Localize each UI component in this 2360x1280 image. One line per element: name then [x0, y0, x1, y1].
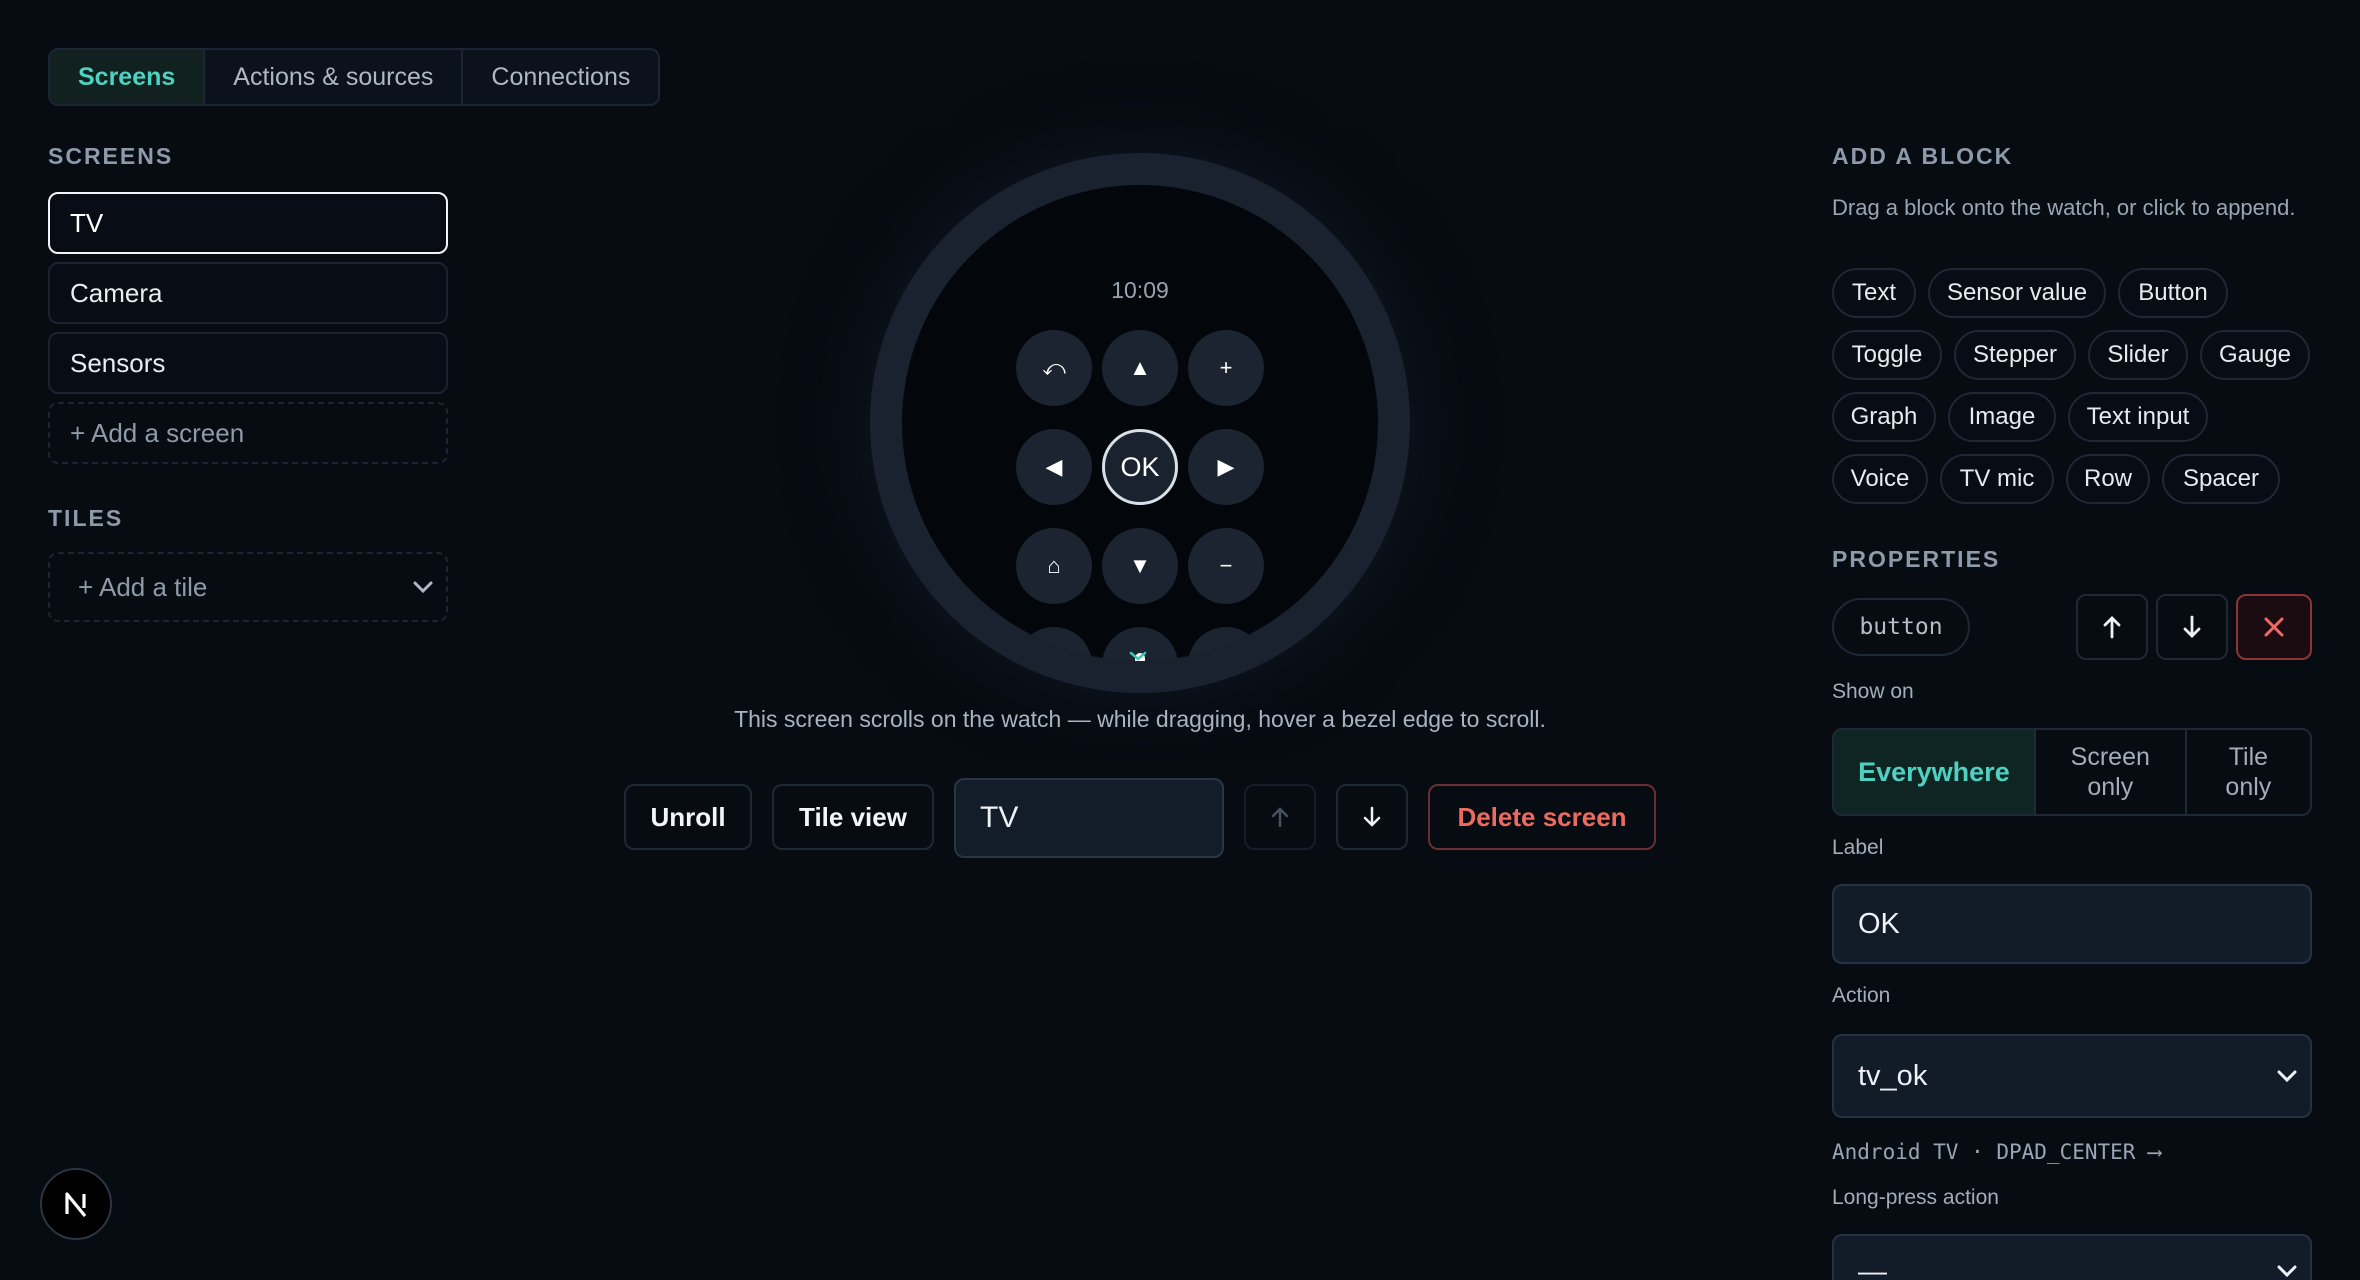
- tiles-heading: TILES: [48, 505, 124, 531]
- home-icon: ⌂: [1047, 553, 1061, 578]
- block-chip-voice[interactable]: Voice: [1832, 454, 1928, 504]
- add-screen-button[interactable]: + Add a screen: [48, 402, 448, 464]
- watch-preview: 10:09 ⤺ ▲ + ◀ OK ▶ ⌂ ▼ −: [870, 153, 1410, 693]
- n-logo-icon[interactable]: [40, 1168, 112, 1240]
- mute-icon: [1215, 655, 1241, 661]
- add-block-description: Drag a block onto the watch, or click to…: [1832, 195, 2296, 220]
- watch-ok-button[interactable]: OK: [1102, 429, 1178, 505]
- move-screen-down-button[interactable]: [1336, 784, 1408, 850]
- block-type-badge: button: [1832, 598, 1970, 656]
- action-select[interactable]: tv_ok: [1832, 1034, 2312, 1118]
- arrow-down-icon: [1363, 806, 1381, 827]
- watch-up-button[interactable]: ▲: [1102, 330, 1178, 406]
- watch-minus-button[interactable]: −: [1188, 528, 1264, 604]
- power-icon: [1043, 652, 1065, 661]
- arrow-down-icon: [2183, 615, 2201, 638]
- label-input[interactable]: OK: [1832, 884, 2312, 964]
- scroll-more-icon: [1129, 645, 1147, 661]
- main-tabs: Screens Actions & sources Connections: [48, 48, 661, 106]
- editor-page: Screens Actions & sources Connections SC…: [0, 0, 2360, 1280]
- delete-block-button[interactable]: [2236, 594, 2312, 660]
- screen-name-input[interactable]: TV: [954, 778, 1224, 858]
- block-chip-row[interactable]: Row: [2066, 454, 2150, 504]
- block-chip-text[interactable]: Text: [1832, 268, 1916, 318]
- block-chip-slider[interactable]: Slider: [2088, 330, 2188, 380]
- add-block-heading: ADD A BLOCK: [1832, 143, 2014, 169]
- chevron-down-icon: [408, 572, 438, 602]
- add-tile-label: + Add a tile: [78, 571, 208, 602]
- watch-down-button[interactable]: ▼: [1102, 528, 1178, 604]
- action-select-value: tv_ok: [1858, 1059, 1928, 1092]
- show-on-label: Show on: [1832, 680, 1914, 703]
- action-description: Android TV · DPAD_CENTER ⟶: [1832, 1140, 2161, 1164]
- scroll-hint: This screen scrolls on the watch — while…: [734, 706, 1546, 732]
- screen-item-camera[interactable]: Camera: [48, 262, 448, 324]
- tab-connections[interactable]: Connections: [463, 50, 658, 104]
- arrow-up-icon: ▲: [1129, 355, 1151, 380]
- block-chip-tv-mic[interactable]: TV mic: [1940, 454, 2054, 504]
- delete-screen-button[interactable]: Delete screen: [1428, 784, 1656, 850]
- watch-clock: 10:09: [1111, 277, 1169, 303]
- arrow-up-icon: [2103, 616, 2121, 639]
- unroll-button[interactable]: Unroll: [624, 784, 752, 850]
- watch-mute-button[interactable]: [1188, 627, 1264, 661]
- block-chip-button[interactable]: Button: [2118, 268, 2228, 318]
- arrow-down-icon: ▼: [1129, 553, 1151, 578]
- show-on-everywhere[interactable]: Everywhere: [1834, 730, 2036, 814]
- chevron-down-icon: [2272, 1061, 2302, 1091]
- watch-home-button[interactable]: ⌂: [1016, 528, 1092, 604]
- properties-heading: PROPERTIES: [1832, 546, 2001, 572]
- block-chip-graph[interactable]: Graph: [1832, 392, 1936, 442]
- minus-icon: −: [1219, 553, 1233, 578]
- watch-screen: 10:09 ⤺ ▲ + ◀ OK ▶ ⌂ ▼ −: [902, 185, 1378, 661]
- screen-item-tv[interactable]: TV: [48, 192, 448, 254]
- plus-icon: +: [1219, 355, 1233, 380]
- arrow-left-icon: ◀: [1045, 454, 1063, 479]
- watch-right-button[interactable]: ▶: [1188, 429, 1264, 505]
- arrow-up-icon: [1271, 807, 1289, 828]
- block-chip-spacer[interactable]: Spacer: [2162, 454, 2280, 504]
- move-block-up-button[interactable]: [2076, 594, 2148, 660]
- watch-power-button[interactable]: [1016, 627, 1092, 661]
- close-icon: [2264, 617, 2284, 637]
- block-chip-image[interactable]: Image: [1948, 392, 2056, 442]
- screen-item-sensors[interactable]: Sensors: [48, 332, 448, 394]
- block-chip-gauge[interactable]: Gauge: [2200, 330, 2310, 380]
- block-chip-stepper[interactable]: Stepper: [1954, 330, 2076, 380]
- block-chip-text-input[interactable]: Text input: [2068, 392, 2208, 442]
- add-tile-select[interactable]: + Add a tile: [48, 552, 448, 622]
- move-screen-up-button[interactable]: [1244, 784, 1316, 850]
- tile-view-button[interactable]: Tile view: [772, 784, 934, 850]
- show-on-segmented-control: Everywhere Screen only Tile only: [1832, 728, 2312, 816]
- long-press-select[interactable]: —: [1832, 1234, 2312, 1280]
- tab-screens[interactable]: Screens: [50, 50, 206, 104]
- block-chip-toggle[interactable]: Toggle: [1832, 330, 1942, 380]
- tab-actions-sources[interactable]: Actions & sources: [205, 50, 464, 104]
- move-block-down-button[interactable]: [2156, 594, 2228, 660]
- back-icon: ⤺: [1042, 355, 1066, 380]
- long-press-select-value: —: [1858, 1256, 1887, 1280]
- arrow-right-icon: ▶: [1217, 454, 1235, 479]
- block-chip-sensor-value[interactable]: Sensor value: [1928, 268, 2106, 318]
- screens-heading: SCREENS: [48, 143, 174, 169]
- watch-back-button[interactable]: ⤺: [1016, 330, 1092, 406]
- show-on-tile-only[interactable]: Tile only: [2187, 730, 2310, 814]
- long-press-label: Long-press action: [1832, 1186, 1999, 1209]
- watch-left-button[interactable]: ◀: [1016, 429, 1092, 505]
- watch-plus-button[interactable]: +: [1188, 330, 1264, 406]
- show-on-screen-only[interactable]: Screen only: [2036, 730, 2187, 814]
- chevron-down-icon: [2272, 1256, 2302, 1280]
- label-field-label: Label: [1832, 836, 1884, 859]
- action-field-label: Action: [1832, 984, 1891, 1007]
